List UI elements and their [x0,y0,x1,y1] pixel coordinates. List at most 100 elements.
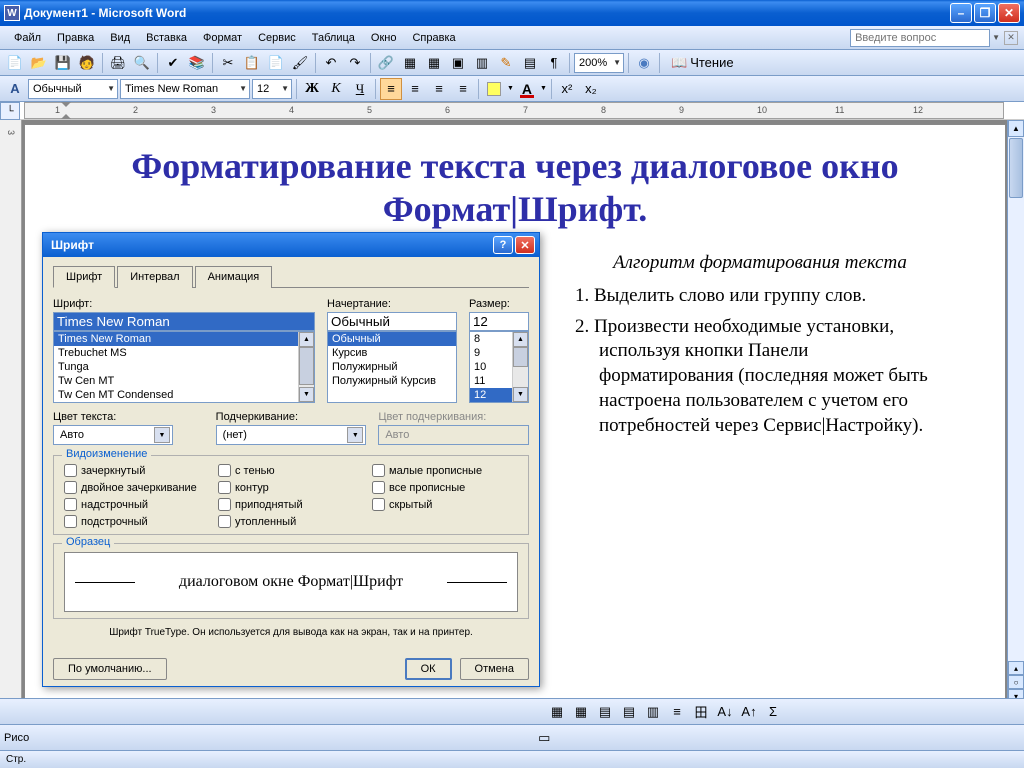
permission-icon[interactable]: 🧑 [76,52,98,74]
maximize-button[interactable]: ❐ [974,3,996,23]
menu-edit[interactable]: Правка [49,29,102,47]
chk-shadow[interactable]: с тенью [218,464,364,477]
font-color-button[interactable]: А [516,78,538,100]
tab-font[interactable]: Шрифт [53,266,115,288]
docmap-icon[interactable]: ▤ [519,52,541,74]
first-line-indent[interactable] [61,102,71,107]
align-right-button[interactable]: ≡ [428,78,450,100]
list-item[interactable]: Обычный [328,332,456,346]
font-color-combo[interactable]: Авто▼ [53,425,173,445]
excel-icon[interactable]: ▣ [447,52,469,74]
drawing-icon[interactable]: ✎ [495,52,517,74]
bold-button[interactable]: Ж [301,78,323,100]
tb-icon[interactable]: ▦ [570,701,592,723]
prev-page-icon[interactable]: ▴ [1008,661,1024,675]
help-close-icon[interactable]: ✕ [1004,31,1018,45]
ruler-horizontal[interactable]: └ 123456789101112 [0,102,1024,120]
reading-layout-button[interactable]: 📖 Чтение [664,52,741,74]
sort-desc-icon[interactable]: A↑ [738,701,760,723]
cut-icon[interactable]: ✂ [217,52,239,74]
tb-icon[interactable]: ▤ [594,701,616,723]
menu-table[interactable]: Таблица [304,29,363,47]
help-icon[interactable]: ◉ [633,52,655,74]
sort-asc-icon[interactable]: A↓ [714,701,736,723]
ruler-vertical[interactable]: 3 [0,120,22,720]
font-size-input[interactable] [469,312,529,331]
subscript-button[interactable]: x₂ [580,78,602,100]
menu-window[interactable]: Окно [363,29,405,47]
underline-combo[interactable]: (нет)▼ [216,425,367,445]
chk-outline[interactable]: контур [218,481,364,494]
format-painter-icon[interactable]: 🖌 [289,52,311,74]
chk-smallcaps[interactable]: малые прописные [372,464,518,477]
scroll-thumb[interactable] [1009,138,1023,198]
show-para-icon[interactable]: ¶ [543,52,565,74]
dialog-close-button[interactable]: ✕ [515,236,535,254]
tab-animation[interactable]: Анимация [195,266,273,288]
preview-icon[interactable]: 🔍 [131,52,153,74]
tb-icon[interactable]: ▭ [533,727,555,749]
cancel-button[interactable]: Отмена [460,658,529,680]
menu-file[interactable]: Файл [6,29,49,47]
font-style-input[interactable] [327,312,457,331]
default-button[interactable]: По умолчанию... [53,658,167,680]
close-button[interactable]: ✕ [998,3,1020,23]
minimize-button[interactable]: – [950,3,972,23]
help-search-input[interactable] [850,29,990,47]
tb-icon[interactable]: ≡ [666,701,688,723]
menu-help[interactable]: Справка [404,29,463,47]
zoom-dropdown[interactable]: 200%▼ [574,53,624,73]
superscript-button[interactable]: x² [556,78,578,100]
columns-icon[interactable]: ▥ [471,52,493,74]
menu-insert[interactable]: Вставка [138,29,195,47]
spellcheck-icon[interactable]: ✔ [162,52,184,74]
style-dropdown[interactable]: Обычный▼ [28,79,118,99]
underline-button[interactable]: Ч [349,78,371,100]
list-item[interactable]: Tw Cen MT Condensed [54,388,314,402]
styles-icon[interactable]: A [4,78,26,100]
paste-icon[interactable]: 📄 [265,52,287,74]
chk-emboss[interactable]: приподнятый [218,498,364,511]
align-center-button[interactable]: ≡ [404,78,426,100]
new-doc-icon[interactable]: 📄 [4,52,26,74]
chk-allcaps[interactable]: все прописные [372,481,518,494]
chk-superscript[interactable]: надстрочный [64,498,210,511]
tb-icon[interactable]: 田 [690,701,712,723]
copy-icon[interactable]: 📋 [241,52,263,74]
size-dropdown[interactable]: 12▼ [252,79,292,99]
ok-button[interactable]: ОК [405,658,452,680]
tb-icon[interactable]: ▥ [642,701,664,723]
tb-icon[interactable]: ▦ [546,701,568,723]
list-item[interactable]: Times New Roman [54,332,314,346]
undo-icon[interactable]: ↶ [320,52,342,74]
tb-icon[interactable]: ▤ [618,701,640,723]
list-item[interactable]: Полужирный Курсив [328,374,456,388]
highlight-button[interactable] [483,78,505,100]
style-listbox[interactable]: Обычный Курсив Полужирный Полужирный Кур… [327,331,457,403]
insert-table-icon[interactable]: ▦ [423,52,445,74]
font-name-input[interactable] [53,312,315,331]
scroll-up-icon[interactable]: ▲ [1008,120,1024,137]
menu-view[interactable]: Вид [102,29,138,47]
tab-spacing[interactable]: Интервал [117,266,192,288]
font-listbox[interactable]: Times New Roman Trebuchet MS Tunga Tw Ce… [53,331,315,403]
size-listbox[interactable]: 8 9 10 11 12 ▲▼ [469,331,529,403]
menu-format[interactable]: Формат [195,29,250,47]
chk-subscript[interactable]: подстрочный [64,515,210,528]
menu-tools[interactable]: Сервис [250,29,304,47]
redo-icon[interactable]: ↷ [344,52,366,74]
font-dropdown[interactable]: Times New Roman▼ [120,79,250,99]
save-icon[interactable]: 💾 [52,52,74,74]
chk-hidden[interactable]: скрытый [372,498,518,511]
print-icon[interactable]: 🖨 [107,52,129,74]
list-item[interactable]: Курсив [328,346,456,360]
vertical-scrollbar[interactable]: ▲ ▴ ○ ▾ ▼ [1007,120,1024,720]
ruler-tab-selector[interactable]: └ [0,102,20,120]
research-icon[interactable]: 📚 [186,52,208,74]
align-left-button[interactable]: ≡ [380,78,402,100]
hanging-indent[interactable] [61,114,71,119]
list-item[interactable]: Tunga [54,360,314,374]
chk-engrave[interactable]: утопленный [218,515,364,528]
align-justify-button[interactable]: ≡ [452,78,474,100]
dialog-help-button[interactable]: ? [493,236,513,254]
